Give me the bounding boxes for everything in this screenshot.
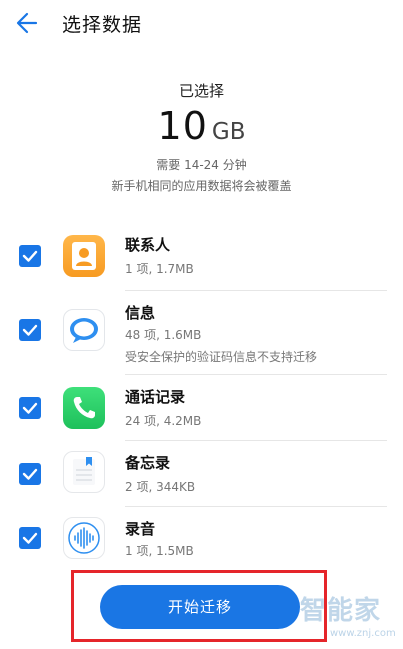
- recorder-icon: [63, 517, 105, 559]
- time-estimate: 需要 14-24 分钟: [156, 158, 247, 172]
- size-value: 10: [157, 104, 208, 148]
- data-item-call-log[interactable]: 通话记录 24 项, 4.2MB: [0, 380, 403, 436]
- item-subtitle: 48 项, 1.6MB: [125, 328, 202, 342]
- contacts-icon: [63, 235, 105, 277]
- data-item-messages[interactable]: 信息 48 项, 1.6MB 受安全保护的验证码信息不支持迁移: [0, 296, 403, 368]
- notes-checkbox[interactable]: [19, 463, 41, 485]
- start-migration-button[interactable]: 开始迁移: [100, 585, 300, 629]
- data-item-notes[interactable]: 备忘录 2 项, 344KB: [0, 446, 403, 502]
- selected-label: 已选择: [178, 82, 224, 100]
- data-item-recorder[interactable]: 录音 1 项, 1.5MB: [0, 512, 403, 568]
- page-title: 选择数据: [62, 14, 143, 36]
- item-subtitle: 1 项, 1.5MB: [125, 544, 194, 558]
- back-button[interactable]: [14, 9, 44, 37]
- item-note: 受安全保护的验证码信息不支持迁移: [125, 350, 318, 364]
- contacts-checkbox[interactable]: [19, 245, 41, 267]
- overwrite-warning: 新手机相同的应用数据将会被覆盖: [111, 179, 292, 193]
- app-header: 选择数据: [0, 0, 403, 46]
- selected-size: 10 GB: [0, 104, 403, 152]
- item-subtitle: 24 项, 4.2MB: [125, 414, 202, 428]
- item-title: 通话记录: [125, 388, 186, 406]
- item-title: 备忘录: [125, 454, 171, 472]
- item-title: 信息: [125, 304, 156, 322]
- arrow-left-icon: [16, 12, 38, 34]
- divider: [125, 290, 387, 291]
- recorder-checkbox[interactable]: [19, 527, 41, 549]
- phone-icon: [63, 387, 105, 429]
- checkmark-icon: [22, 324, 38, 336]
- item-title: 录音: [125, 520, 156, 538]
- item-subtitle: 2 项, 344KB: [125, 480, 196, 494]
- divider: [125, 506, 387, 507]
- item-title: 联系人: [125, 236, 171, 254]
- checkmark-icon: [22, 532, 38, 544]
- checkmark-icon: [22, 250, 38, 262]
- checkmark-icon: [22, 402, 38, 414]
- messages-checkbox[interactable]: [19, 319, 41, 341]
- size-unit: GB: [211, 119, 246, 145]
- call-log-checkbox[interactable]: [19, 397, 41, 419]
- checkmark-icon: [22, 468, 38, 480]
- divider: [125, 374, 387, 375]
- item-subtitle: 1 项, 1.7MB: [125, 262, 194, 276]
- data-item-contacts[interactable]: 联系人 1 项, 1.7MB: [0, 230, 403, 286]
- notes-icon: [63, 451, 105, 493]
- watermark: 智能家: [300, 596, 382, 626]
- messages-icon: [63, 309, 105, 351]
- divider: [125, 440, 387, 441]
- watermark-url: www.znj.com: [330, 628, 396, 639]
